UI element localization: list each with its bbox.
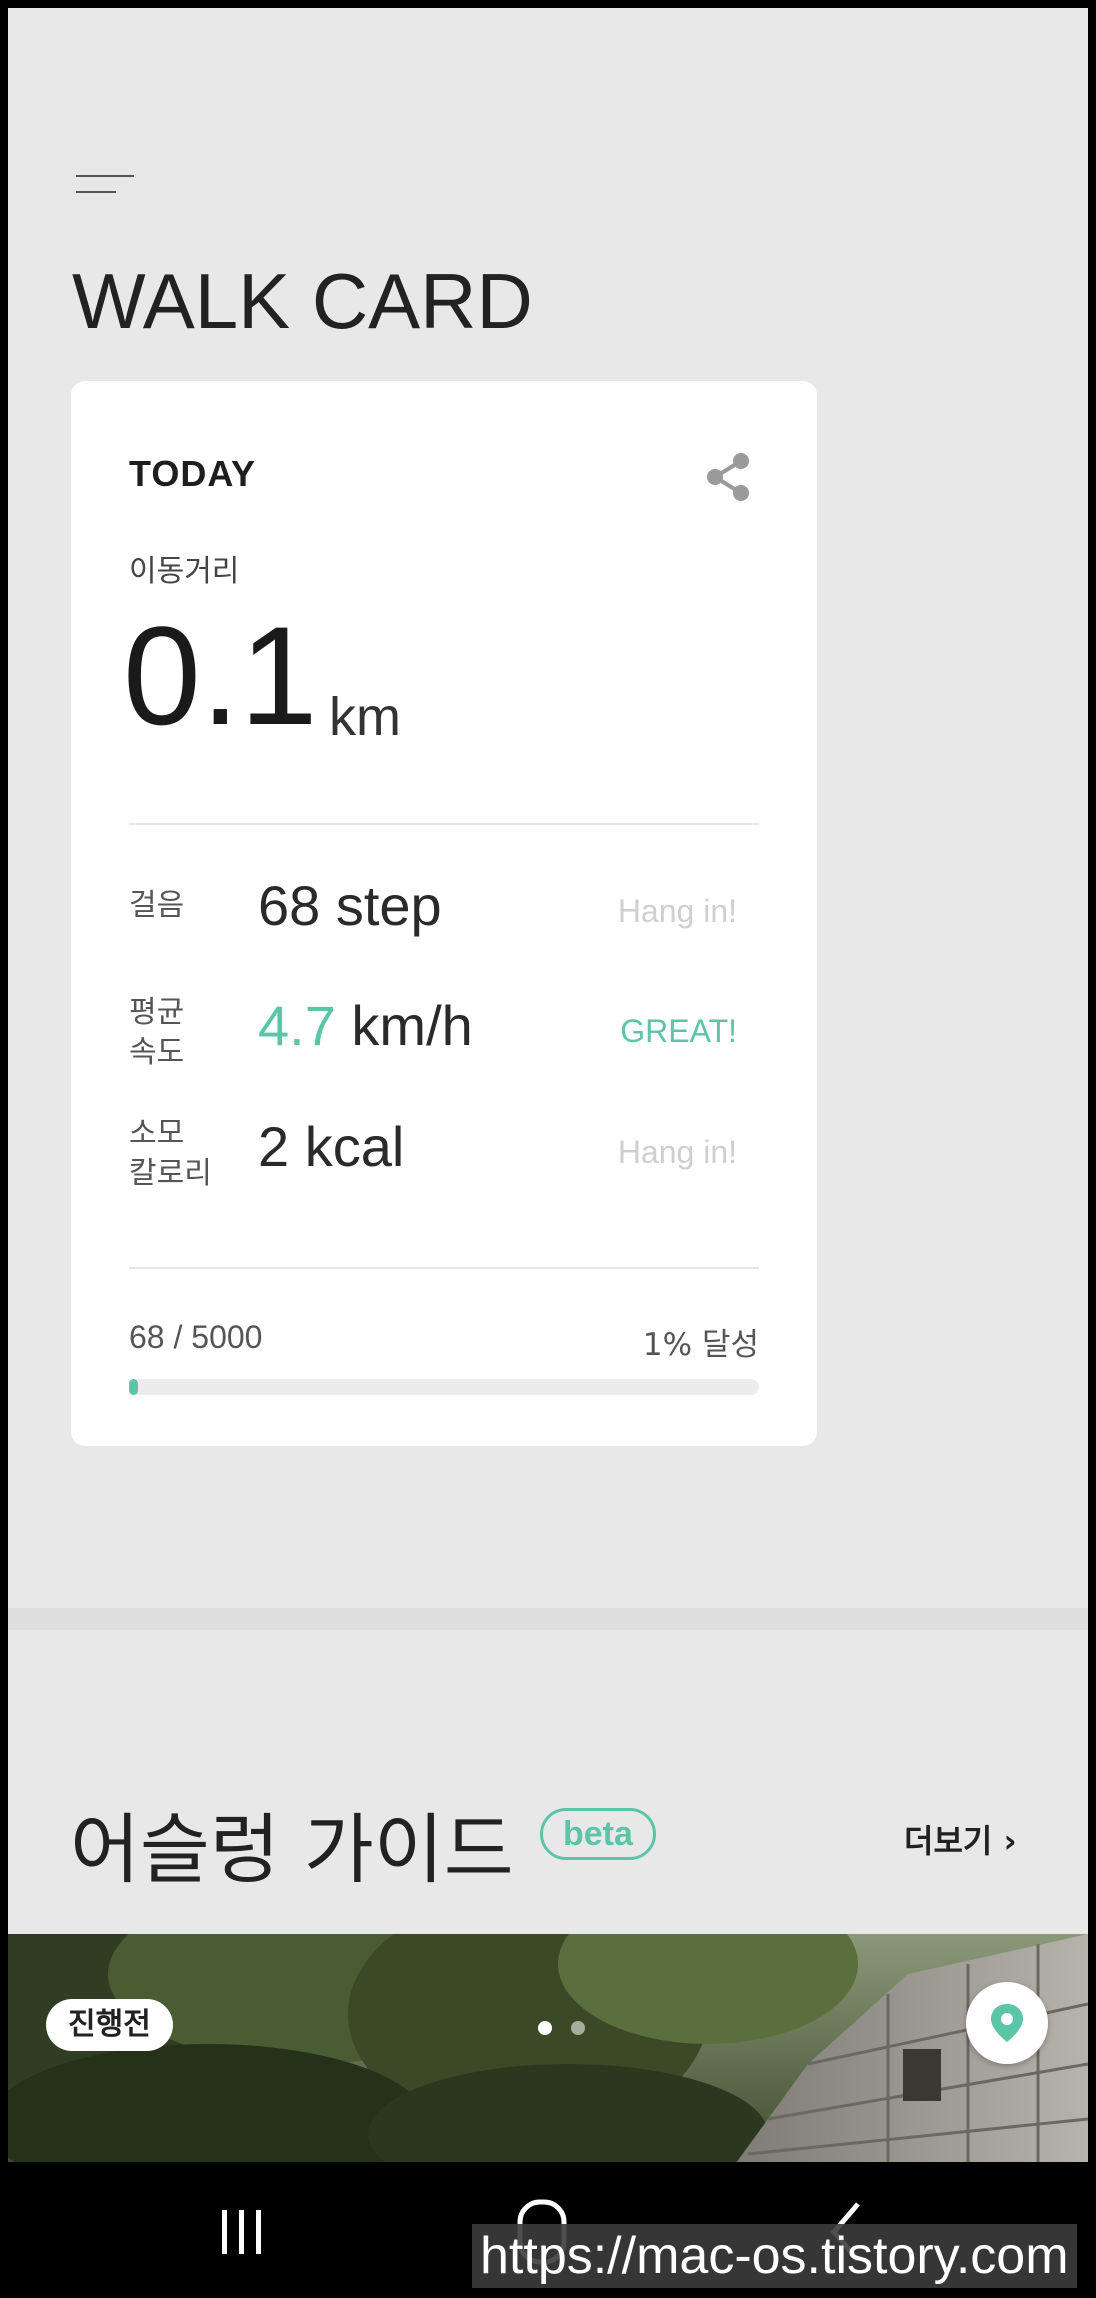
avg-speed-value: 4.7 km/h: [258, 994, 473, 1057]
guide-card-photo[interactable]: 진행전: [8, 1934, 1088, 2162]
status-pill: 진행전: [46, 1999, 173, 2051]
avg-speed-label: 평균 속도: [129, 995, 185, 1070]
period-label: TODAY: [129, 453, 257, 494]
steps-label: 걸음: [129, 888, 185, 923]
share-icon[interactable]: [701, 449, 757, 505]
calories-label: 소모 칼로리: [129, 1116, 212, 1191]
divider: [129, 1267, 759, 1269]
section-divider: [8, 1608, 1088, 1630]
distance-unit: km: [329, 687, 401, 747]
location-pin-icon[interactable]: [966, 1982, 1048, 2064]
page-title: WALK CARD: [72, 257, 533, 345]
calories-value: 2 kcal: [258, 1115, 405, 1178]
progress-bar-fill: [129, 1379, 138, 1395]
divider: [129, 823, 759, 825]
distance-label: 이동거리: [129, 554, 240, 589]
forest-wall-photo: [8, 1934, 1088, 2162]
steps-status: Hang in!: [617, 893, 737, 929]
app-screen: WALK CARD TODAY 이동거리 0.1 km 걸음 68 step H…: [8, 8, 1088, 2162]
achievement-text: 1% 달성: [642, 1327, 759, 1363]
calories-status: Hang in!: [617, 1134, 737, 1170]
step-progress-text: 68 / 5000: [129, 1319, 263, 1355]
page-dot[interactable]: [571, 2021, 585, 2035]
watermark: https://mac-os.tistory.com: [472, 2224, 1077, 2288]
recents-icon[interactable]: [192, 2192, 292, 2272]
more-link[interactable]: 더보기 ›: [904, 1816, 1017, 1862]
menu-icon[interactable]: [66, 168, 134, 208]
beta-badge: beta: [540, 1808, 656, 1860]
progress-bar: [129, 1379, 759, 1395]
distance-value: 0.1: [123, 597, 318, 754]
steps-value: 68 step: [258, 874, 442, 937]
page-dot-active[interactable]: [538, 2021, 552, 2035]
walk-card[interactable]: TODAY 이동거리 0.1 km 걸음 68 step Hang in! 평균…: [71, 381, 817, 1446]
guide-title: 어슬렁 가이드: [70, 1805, 514, 1894]
avg-speed-status: GREAT!: [620, 1013, 737, 1049]
